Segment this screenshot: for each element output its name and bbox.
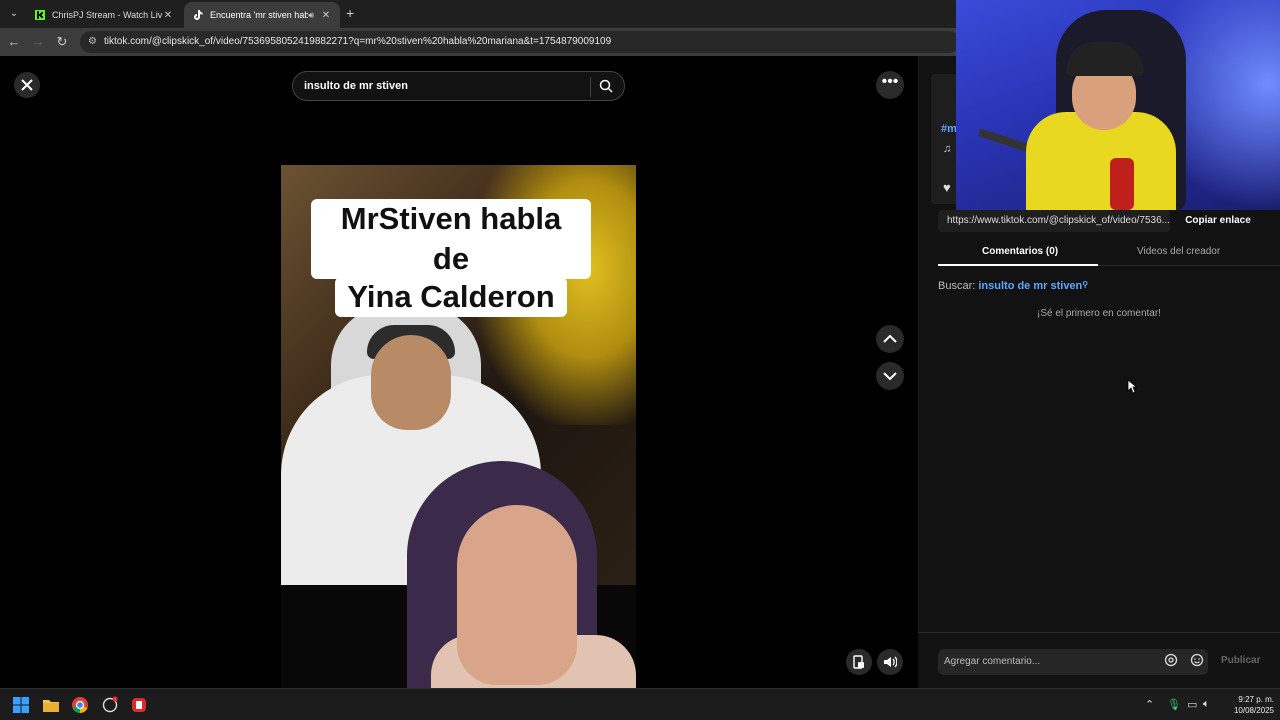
volume-tray-icon[interactable]: 🔈︎ <box>1203 698 1210 711</box>
speaker-icon <box>884 656 897 668</box>
empty-comments-message: ¡Sé el primero en comentar! <box>1037 308 1161 319</box>
webcam-overlay <box>956 0 1280 210</box>
description-hashtag[interactable]: #m <box>941 123 957 135</box>
close-icon <box>21 79 33 91</box>
chrome-icon[interactable] <box>71 696 89 714</box>
video-inset-face <box>457 505 577 685</box>
site-settings-icon[interactable]: ⚙ <box>88 31 97 53</box>
music-note-icon[interactable]: ♫ <box>943 143 951 155</box>
previous-video-button[interactable] <box>876 325 904 353</box>
mention-icon[interactable] <box>1164 653 1178 667</box>
more-options-button[interactable]: ••• <box>876 71 904 99</box>
video-caption: MrStiven habla de Yina Calderon <box>311 199 591 317</box>
clock-time: 9:27 p. m. <box>1238 695 1274 704</box>
search-small-icon[interactable]: ⚲ <box>1082 280 1088 289</box>
video-search-box[interactable]: insulto de mr stiven <box>292 71 625 101</box>
volume-button[interactable] <box>877 649 903 675</box>
chevron-down-icon <box>883 372 897 381</box>
tab-tiktok[interactable]: Encuentra 'mr stiven habla 🔊︎ ✕ <box>184 2 340 28</box>
video-column: insulto de mr stiven MrStiven habla de Y… <box>281 56 636 688</box>
floating-player-icon <box>853 655 864 669</box>
tab-search-chevron-icon[interactable]: ⌄ <box>6 6 22 22</box>
speaker-icon[interactable]: 🔊︎ <box>308 10 314 21</box>
close-viewer-button[interactable] <box>14 72 40 98</box>
url-field[interactable]: ⚙ tiktok.com/@clipskick_of/video/7536958… <box>80 31 960 53</box>
heart-icon[interactable]: ♥ <box>943 180 951 195</box>
search-query-link[interactable]: insulto de mr stiven <box>978 280 1082 292</box>
floating-player-button[interactable] <box>846 649 872 675</box>
show-hidden-icons-chevron[interactable]: ⌃ <box>1145 698 1154 711</box>
caption-line-1: MrStiven habla de <box>311 199 591 279</box>
next-video-button[interactable] <box>876 362 904 390</box>
search-input[interactable]: insulto de mr stiven <box>304 80 408 92</box>
active-tab-indicator <box>938 264 1098 266</box>
back-arrow-icon[interactable]: ← <box>6 34 22 50</box>
windows-taskbar: ⌃ 🎙︎ ▭ 🔈︎ 9:27 p. m. 10/08/2025 <box>0 688 1280 720</box>
red-app-icon[interactable] <box>130 696 148 714</box>
share-link-field[interactable]: https://www.tiktok.com/@clipskick_of/vid… <box>938 210 1170 232</box>
video-person-head <box>371 335 451 430</box>
windows-start-icon[interactable] <box>12 696 30 714</box>
search-divider <box>590 77 591 97</box>
network-icon[interactable]: ▭ <box>1187 698 1197 711</box>
comment-composer: Agregar comentario... Publicar <box>918 632 1280 688</box>
emoji-icon[interactable] <box>1190 653 1204 667</box>
tab-title: ChrisPJ Stream - Watch Live on <box>52 10 162 20</box>
microphone-icon[interactable]: 🎙︎ <box>1167 698 1181 711</box>
tab-creator-videos[interactable]: Videos del creador <box>1137 246 1220 257</box>
search-suggestion: Buscar: insulto de mr stiven⚲ <box>938 280 1088 292</box>
system-clock[interactable]: 9:27 p. m. 10/08/2025 <box>1222 694 1274 716</box>
video-player[interactable]: MrStiven habla de Yina Calderon <box>281 165 636 688</box>
caption-line-2: Yina Calderon <box>335 277 567 317</box>
file-explorer-icon[interactable] <box>42 696 60 714</box>
forward-arrow-icon[interactable]: → <box>30 34 46 50</box>
copy-link-button[interactable]: Copiar enlace <box>1176 210 1260 232</box>
tab-comments[interactable]: Comentarios (0) <box>982 246 1058 257</box>
webcam-microphone <box>1110 158 1134 210</box>
tab-title: Encuentra 'mr stiven habla <box>210 10 309 20</box>
panel-tabs: Comentarios (0) Videos del creador <box>938 242 1280 266</box>
tiktok-icon <box>194 10 203 20</box>
url-text: tiktok.com/@clipskick_of/video/753695805… <box>104 36 612 47</box>
share-link-row: https://www.tiktok.com/@clipskick_of/vid… <box>938 210 1260 232</box>
reload-icon[interactable]: ↻ <box>54 34 70 50</box>
mouse-cursor-icon <box>1127 379 1137 394</box>
kick-icon <box>35 10 45 20</box>
close-tab-icon[interactable]: ✕ <box>162 10 174 21</box>
search-icon[interactable] <box>599 79 613 93</box>
webcam-person-cap <box>1066 42 1144 76</box>
publish-button[interactable]: Publicar <box>1221 655 1260 666</box>
app-spinner-icon[interactable] <box>101 696 119 714</box>
close-tab-icon[interactable]: ✕ <box>320 10 332 21</box>
clock-date: 10/08/2025 <box>1233 706 1274 715</box>
tab-kick-stream[interactable]: ChrisPJ Stream - Watch Live on ✕ <box>26 2 182 28</box>
new-tab-plus-icon[interactable]: + <box>346 6 354 20</box>
search-prefix: Buscar: <box>938 280 976 292</box>
chevron-up-icon <box>883 334 897 343</box>
